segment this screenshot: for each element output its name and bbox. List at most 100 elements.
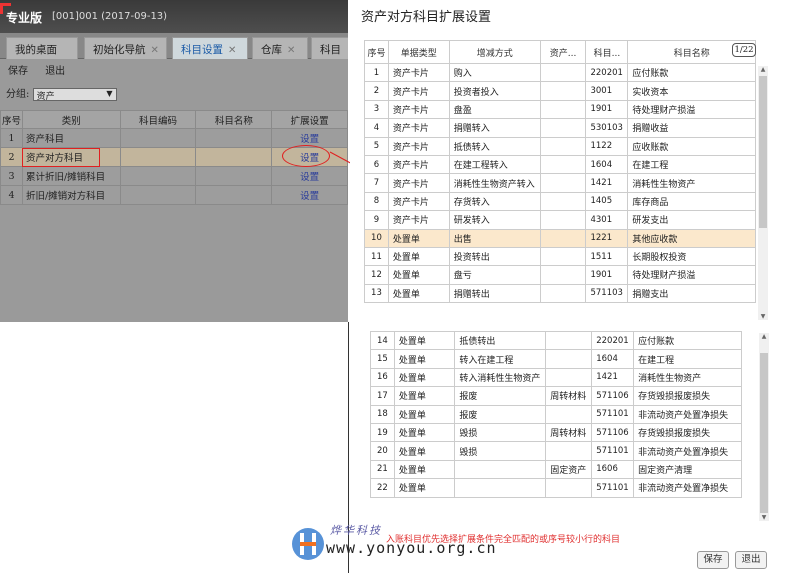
scrollbar-thumb[interactable] <box>760 353 768 513</box>
tab-desktop[interactable]: 我的桌面 <box>6 37 78 59</box>
row-asset-type[interactable] <box>539 99 587 120</box>
row-method[interactable]: 报废 <box>454 404 547 424</box>
tab-warehouse[interactable]: 仓库 ✕ <box>252 37 308 59</box>
row-account-name[interactable]: 待处理财产损溢 <box>627 99 756 120</box>
row-account-name[interactable]: 固定资产清理 <box>633 459 742 480</box>
row-method[interactable]: 捐赠转出 <box>448 283 541 304</box>
row-account-code[interactable]: 530103 <box>585 118 629 138</box>
row-method[interactable]: 毁损 <box>454 441 547 461</box>
row-account-name[interactable]: 待处理财产损溢 <box>627 265 756 285</box>
row-doc-type[interactable]: 资产卡片 <box>387 136 450 156</box>
row-asset-type[interactable] <box>539 154 587 175</box>
row-account-name[interactable]: 非流动资产处置净损失 <box>633 441 742 461</box>
row-asset-type[interactable] <box>539 136 587 156</box>
table-row[interactable]: 4 折旧/摊销对方科目 设置 <box>0 185 348 205</box>
row-asset-type[interactable] <box>539 173 587 193</box>
scrollbar[interactable]: ▲ ▼ <box>759 333 769 521</box>
scroll-up-icon[interactable]: ▲ <box>758 66 768 73</box>
row-method[interactable]: 在建工程转入 <box>448 154 541 175</box>
row-method[interactable]: 研发转入 <box>448 210 541 230</box>
table-row[interactable]: 17 处置单 报废 周转材料 571106 存货毁损报废损失 <box>370 386 742 406</box>
row-method[interactable]: 转入在建工程 <box>454 349 547 369</box>
table-row[interactable]: 13 处置单 捐赠转出 571103 捐赠支出 <box>364 283 756 304</box>
table-row[interactable]: 5 资产卡片 抵债转入 1122 应收账款 <box>364 136 756 156</box>
table-row[interactable]: 21 处置单 固定资产 1606 固定资产清理 <box>370 459 742 480</box>
row-doc-type[interactable]: 处置单 <box>393 441 456 461</box>
row-account-code[interactable]: 571106 <box>591 422 635 443</box>
row-account-code[interactable]: 1122 <box>585 136 629 156</box>
row-code[interactable] <box>119 147 197 167</box>
row-account-name[interactable]: 捐赠收益 <box>627 118 756 138</box>
row-doc-type[interactable]: 资产卡片 <box>387 81 450 101</box>
row-method[interactable]: 抵债转出 <box>454 330 547 351</box>
row-account-code[interactable]: 1901 <box>585 265 629 285</box>
row-doc-type[interactable]: 资产卡片 <box>387 191 450 212</box>
row-account-code[interactable]: 220201 <box>585 62 629 83</box>
row-account-name[interactable]: 消耗性生物资产 <box>627 173 756 193</box>
group-select[interactable]: 资产 ▼ <box>32 88 117 102</box>
row-doc-type[interactable]: 处置单 <box>393 349 456 369</box>
table-row[interactable]: 3 累计折旧/摊销科目 设置 <box>0 166 348 186</box>
row-account-code[interactable]: 1221 <box>585 228 629 248</box>
row-doc-type[interactable]: 资产卡片 <box>387 62 450 83</box>
row-account-name[interactable]: 长期股权投资 <box>627 246 756 267</box>
row-doc-type[interactable]: 处置单 <box>393 422 456 443</box>
row-account-name[interactable]: 存货毁损报废损失 <box>633 386 742 406</box>
row-code[interactable] <box>119 128 197 148</box>
row-code[interactable] <box>119 185 197 205</box>
table-row[interactable]: 1 资产卡片 购入 220201 应付账款 <box>364 62 756 83</box>
row-account-code[interactable]: 571106 <box>591 386 635 406</box>
row-account-code[interactable]: 1405 <box>585 191 629 212</box>
row-asset-type[interactable] <box>539 283 587 304</box>
table-row[interactable]: 7 资产卡片 消耗性生物资产转入 1421 消耗性生物资产 <box>364 173 756 193</box>
row-account-name[interactable]: 消耗性生物资产 <box>633 367 742 388</box>
table-row[interactable]: 10 处置单 出售 1221 其他应收款 <box>364 228 756 248</box>
tab-init-nav[interactable]: 初始化导航 ✕ <box>84 37 167 59</box>
row-doc-type[interactable]: 处置单 <box>393 459 456 480</box>
row-name[interactable] <box>195 128 273 148</box>
row-account-code[interactable]: 571103 <box>585 283 629 304</box>
row-account-name[interactable]: 应付账款 <box>627 62 756 83</box>
table-row[interactable]: 18 处置单 报废 571101 非流动资产处置净损失 <box>370 404 742 424</box>
row-account-name[interactable]: 应收账款 <box>627 136 756 156</box>
row-account-name[interactable]: 其他应收款 <box>627 228 756 248</box>
row-account-name[interactable]: 存货毁损报废损失 <box>633 422 742 443</box>
row-account-code[interactable]: 571101 <box>591 404 635 424</box>
row-account-name[interactable]: 应付账款 <box>633 330 742 351</box>
row-method[interactable]: 捐赠转入 <box>448 118 541 138</box>
row-account-name[interactable]: 非流动资产处置净损失 <box>633 404 742 424</box>
row-doc-type[interactable]: 资产卡片 <box>387 173 450 193</box>
tab-account[interactable]: 科目 <box>311 37 348 59</box>
row-account-code[interactable]: 1606 <box>591 459 635 480</box>
row-asset-type[interactable]: 周转材料 <box>545 386 593 406</box>
row-method[interactable]: 投资转出 <box>448 246 541 267</box>
row-method[interactable]: 盘盈 <box>448 99 541 120</box>
row-asset-type[interactable] <box>545 478 593 498</box>
scrollbar-thumb[interactable] <box>759 76 767 228</box>
row-method[interactable] <box>454 478 547 498</box>
row-account-name[interactable]: 在建工程 <box>633 349 742 369</box>
table-row[interactable]: 12 处置单 盘亏 1901 待处理财产损溢 <box>364 265 756 285</box>
table-row[interactable]: 8 资产卡片 存货转入 1405 库存商品 <box>364 191 756 212</box>
row-account-code[interactable]: 1901 <box>585 99 629 120</box>
row-account-name[interactable]: 实收资本 <box>627 81 756 101</box>
close-icon[interactable]: ✕ <box>151 45 159 56</box>
row-asset-type[interactable]: 周转材料 <box>545 422 593 443</box>
row-account-name[interactable]: 非流动资产处置净损失 <box>633 478 742 498</box>
row-doc-type[interactable]: 资产卡片 <box>387 154 450 175</box>
table-row[interactable]: 9 资产卡片 研发转入 4301 研发支出 <box>364 210 756 230</box>
row-method[interactable]: 盘亏 <box>448 265 541 285</box>
row-doc-type[interactable]: 资产卡片 <box>387 118 450 138</box>
close-icon[interactable]: ✕ <box>287 45 295 56</box>
row-account-code[interactable]: 3001 <box>585 81 629 101</box>
table-row[interactable]: 22 处置单 571101 非流动资产处置净损失 <box>370 478 742 498</box>
row-doc-type[interactable]: 处置单 <box>387 283 450 304</box>
row-method[interactable]: 抵债转入 <box>448 136 541 156</box>
table-row[interactable]: 4 资产卡片 捐赠转入 530103 捐赠收益 <box>364 118 756 138</box>
scroll-down-icon[interactable]: ▼ <box>759 514 769 521</box>
row-doc-type[interactable]: 处置单 <box>393 330 456 351</box>
table-row[interactable]: 15 处置单 转入在建工程 1604 在建工程 <box>370 349 742 369</box>
row-method[interactable]: 存货转入 <box>448 191 541 212</box>
row-account-code[interactable]: 220201 <box>591 330 635 351</box>
row-method[interactable] <box>454 459 547 480</box>
